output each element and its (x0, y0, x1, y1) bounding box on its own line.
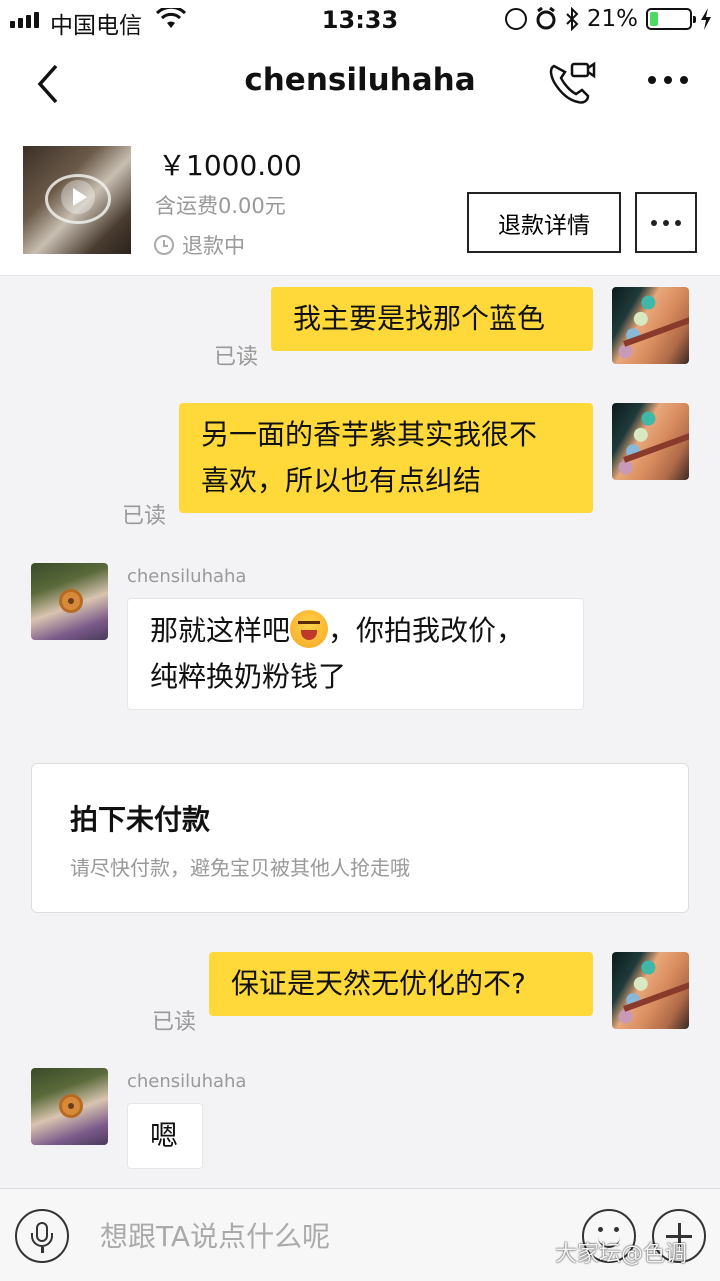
charging-icon (701, 8, 711, 30)
message-bubble[interactable]: 我主要是找那个蓝色 (271, 287, 593, 351)
refund-status: 退款中 (154, 230, 245, 260)
refund-details-button[interactable]: 退款详情 (467, 192, 621, 253)
order-price: ￥1000.00 (158, 149, 302, 182)
sender-name: chensiluhaha (127, 1071, 247, 1092)
play-icon (61, 180, 95, 214)
read-receipt: 已读 (152, 1010, 197, 1035)
orientation-lock-icon (504, 8, 527, 30)
message-bubble[interactable]: 那就这样吧 ，你拍我改价， 纯粹换奶粉钱了 (127, 598, 584, 710)
alarm-icon (536, 7, 556, 30)
my-avatar[interactable] (612, 952, 689, 1029)
chat-title: chensiluhaha (244, 62, 476, 98)
message-line: 喜欢，所以也有点纠结 (201, 464, 482, 497)
contact-avatar[interactable] (31, 1068, 108, 1145)
read-receipt: 已读 (122, 504, 167, 529)
message-input[interactable] (86, 1213, 556, 1259)
grinning-squint-emoji-icon (290, 610, 329, 648)
order-more-button[interactable] (635, 192, 697, 253)
message-bubble[interactable]: 保证是天然无优化的不? (209, 952, 593, 1016)
video-call-icon[interactable] (546, 58, 596, 108)
shipping-fee: 含运费0.00元 (155, 194, 286, 218)
message-bubble[interactable]: 嗯 (127, 1103, 203, 1169)
battery-percent: 21% (586, 6, 638, 32)
battery-icon (646, 8, 696, 30)
message-line: 另一面的香芋紫其实我很不 (201, 418, 538, 451)
order-card: ￥1000.00 含运费0.00元 退款中 退款详情 (0, 128, 720, 276)
message-line: 纯粹换奶粉钱了 (150, 660, 347, 693)
sender-name: chensiluhaha (127, 566, 247, 587)
product-thumbnail[interactable] (23, 146, 131, 254)
bluetooth-icon (566, 7, 579, 31)
message-bubble[interactable]: 另一面的香芋紫其实我很不 喜欢，所以也有点纠结 (179, 403, 593, 513)
more-icon[interactable] (648, 76, 688, 84)
microphone-icon[interactable] (15, 1209, 69, 1263)
order-status-card[interactable]: 拍下未付款 请尽快付款，避免宝贝被其他人抢走哦 (31, 763, 689, 913)
nav-bar: chensiluhaha (0, 40, 720, 128)
read-receipt: 已读 (214, 345, 259, 370)
order-status-title: 拍下未付款 (70, 803, 211, 836)
contact-avatar[interactable] (31, 563, 108, 640)
my-avatar[interactable] (612, 287, 689, 364)
watermark: 大家坛@色调 (555, 1242, 688, 1267)
my-avatar[interactable] (612, 403, 689, 480)
status-bar: 中国电信 13:33 21% (0, 0, 720, 40)
order-status-description: 请尽快付款，避免宝贝被其他人抢走哦 (70, 856, 410, 880)
status-indicators: 21% (504, 6, 712, 32)
refund-status-label: 退款中 (182, 234, 245, 258)
clock-icon (154, 235, 174, 255)
